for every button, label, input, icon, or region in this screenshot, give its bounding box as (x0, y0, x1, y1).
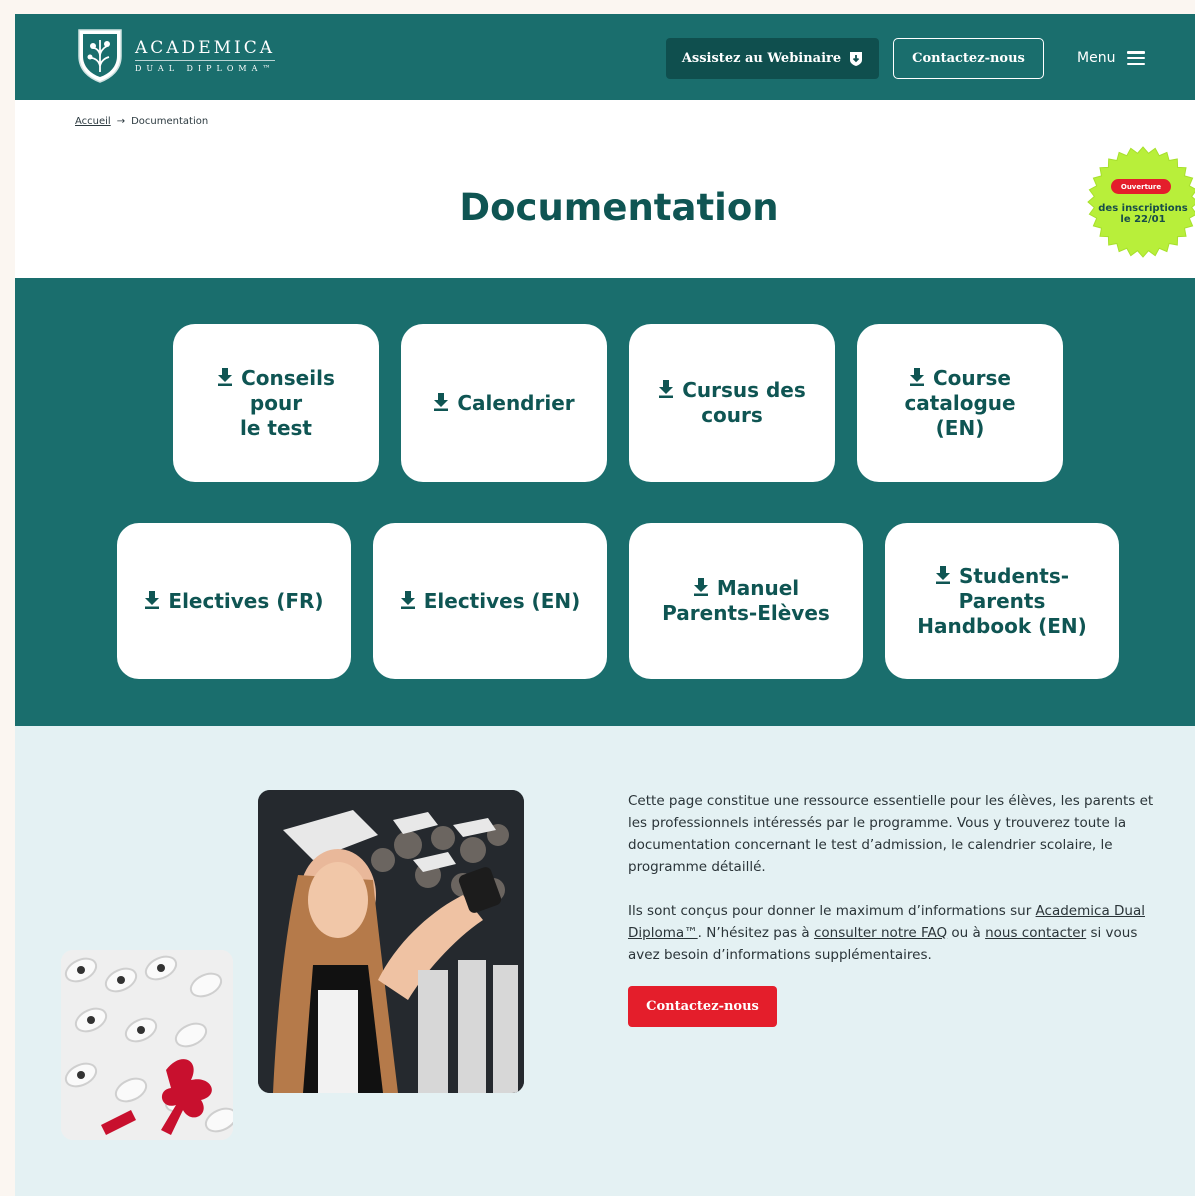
page: ACADEMICA DUAL DIPLOMA™ Assistez au Webi… (15, 14, 1195, 1196)
download-icon (935, 565, 950, 584)
webinar-button-label: Assistez au Webinaire (681, 51, 842, 66)
info-paragraph-1: Cette page constitue une ressource essen… (628, 793, 1154, 875)
doc-card-calendrier[interactable]: Calendrier (401, 324, 607, 482)
graduation-selfie-photo (258, 790, 524, 1093)
logo-tagline: DUAL DIPLOMA™ (135, 63, 276, 73)
badge-pill: Ouverture (1111, 179, 1171, 194)
starburst-icon (1087, 146, 1195, 258)
breadcrumb-arrow-icon: → (116, 116, 126, 127)
documents-section: Conseils pour le test Calendrier Cursus … (15, 278, 1195, 726)
doc-card-manuel[interactable]: Manuel Parents-Elèves (629, 523, 863, 679)
diploma-scrolls-photo (61, 950, 233, 1140)
contact-button-main[interactable]: Contactez-nous (628, 986, 777, 1027)
doc-card-course-catalogue[interactable]: Course catalogue (EN) (857, 324, 1063, 482)
badge-line-2: le 22/01 (1120, 214, 1166, 225)
webinar-button[interactable]: Assistez au Webinaire (666, 38, 879, 79)
badge-text: des inscriptions le 22/01 (1091, 203, 1195, 225)
info-text-segment: Ils sont conçus pour donner le maximum d… (628, 903, 1036, 919)
contact-link[interactable]: nous contacter (985, 925, 1086, 941)
faq-link[interactable]: consulter notre FAQ (814, 925, 947, 941)
breadcrumb: Accueil → Documentation (75, 116, 208, 127)
download-icon (145, 590, 160, 609)
info-text: Cette page constitue une ressource essen… (628, 790, 1168, 966)
info-section: Cette page constitue une ressource essen… (15, 726, 1195, 1196)
doc-card-label: Electives (FR) (168, 588, 324, 613)
menu-label: Menu (1077, 50, 1116, 66)
download-icon (693, 578, 708, 596)
site-header: ACADEMICA DUAL DIPLOMA™ Assistez au Webi… (15, 14, 1195, 100)
doc-card-electives-en[interactable]: Electives (EN) (373, 523, 607, 679)
registration-badge[interactable]: Ouverture des inscriptions le 22/01 (1087, 146, 1195, 258)
doc-card-cursus[interactable]: Cursus des cours (629, 324, 835, 482)
menu-toggle[interactable]: Menu (1077, 50, 1146, 66)
breadcrumb-home-link[interactable]: Accueil (75, 116, 111, 127)
doc-card-conseils[interactable]: Conseils pour le test (173, 324, 379, 482)
academica-logo[interactable]: ACADEMICA DUAL DIPLOMA™ (75, 26, 276, 84)
download-icon (910, 367, 924, 386)
doc-card-handbook[interactable]: Students- Parents Handbook (EN) (885, 523, 1119, 679)
shield-crest-icon (75, 26, 125, 84)
doc-card-label: Electives (EN) (423, 588, 581, 613)
hamburger-icon (1127, 51, 1146, 65)
doc-card-electives-fr[interactable]: Electives (FR) (117, 523, 351, 679)
doc-card-label: Calendrier (457, 390, 575, 415)
shield-download-icon (850, 51, 863, 66)
breadcrumb-current: Documentation (131, 116, 209, 127)
logo-wordmark: ACADEMICA (135, 38, 276, 61)
download-icon (218, 367, 233, 386)
download-icon (434, 392, 449, 411)
contact-button-header[interactable]: Contactez-nous (893, 38, 1044, 79)
info-text-segment: . N’hésitez pas à (697, 925, 814, 941)
badge-line-1: des inscriptions (1098, 203, 1188, 214)
download-icon (659, 380, 674, 398)
doc-card-label: Manuel Parents-Elèves (662, 576, 830, 625)
info-text-segment: ou à (947, 925, 986, 941)
info-paragraph-2: Ils sont conçus pour donner le maximum d… (628, 900, 1168, 966)
doc-card-label: Cursus des cours (682, 378, 806, 427)
doc-card-label: Conseils pour le test (240, 365, 335, 440)
download-icon (400, 590, 415, 609)
page-title: Documentation (459, 186, 779, 229)
